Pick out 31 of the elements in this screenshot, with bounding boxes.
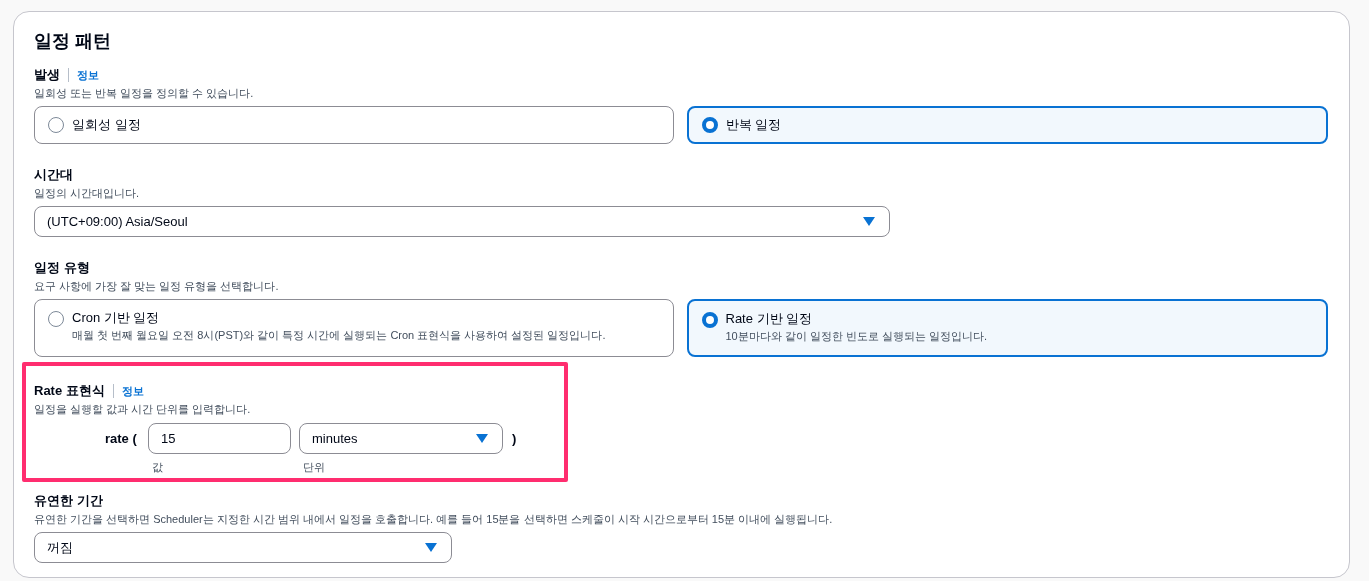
input-caption: 단위 (303, 460, 325, 475)
value-input[interactable]: 15 (148, 423, 291, 454)
info-link[interactable]: 정보 (77, 66, 99, 84)
rate-prefix: rate ( (105, 429, 138, 448)
field-description: 일정의 시간대입니다. (34, 186, 141, 201)
rate-suffix: ) (512, 429, 517, 448)
field-label: Rate 표현식 (34, 382, 105, 400)
input-caption: 값 (152, 460, 164, 475)
field-label: 시간대 (34, 166, 73, 184)
radio-option-card[interactable]: 반복 일정 (686, 106, 1328, 144)
field-description: 유연한 기간을 선택하면 Scheduler는 지정한 시간 범위 내에서 일정을 호출합니다. 예를 들어 15분을 선택하면 스케줄이 시작 시간으로부터 15분 이내에 실행됩니다. (34, 512, 834, 527)
field-label: 유연한 기간 (34, 492, 103, 510)
radio-option-card[interactable]: 일회성 일정 (34, 106, 674, 144)
option-description: 매월 첫 번째 월요일 오전 8시(PST)와 같이 특정 시간에 실행되는 Cron 표현식을 사용하여 설정된 일정입니다. (72, 328, 606, 343)
dropdown-select[interactable]: (UTC+09:00) Asia/Seoul (34, 206, 890, 237)
section-title: 일정 패턴 (34, 30, 112, 53)
info-link[interactable]: 정보 (121, 382, 144, 400)
field-description: 요구 사항에 가장 잘 맞는 일정 유형을 선택합니다. (34, 279, 280, 294)
option-label: 일회성 일정 (72, 116, 141, 134)
dropdown-select[interactable]: 꺼짐 (34, 532, 452, 563)
field-description: 일정을 실행할 값과 시간 단위를 입력합니다. (34, 402, 252, 417)
field-label: 발생 (34, 66, 60, 84)
radio-option-card[interactable]: Rate 기반 일정 10분마다와 같이 일정한 빈도로 실행되는 일정입니다. (686, 299, 1328, 357)
option-label: Cron 기반 일정 (72, 309, 161, 327)
dropdown-select[interactable]: minutes (299, 423, 503, 454)
field-label: 일정 유형 (34, 259, 90, 277)
radio-option-card[interactable]: Cron 기반 일정 매월 첫 번째 월요일 오전 8시(PST)와 같이 특정 시간에 실행되는 Cron 표현식을 사용하여 설정된 일정입니다. (34, 299, 674, 357)
option-label: 반복 일정 (725, 116, 782, 134)
option-label: Rate 기반 일정 (725, 310, 814, 328)
field-description: 일회성 또는 반복 일정을 정의할 수 있습니다. (34, 86, 255, 101)
option-description: 10분마다와 같이 일정한 빈도로 실행되는 일정입니다. (725, 329, 988, 344)
